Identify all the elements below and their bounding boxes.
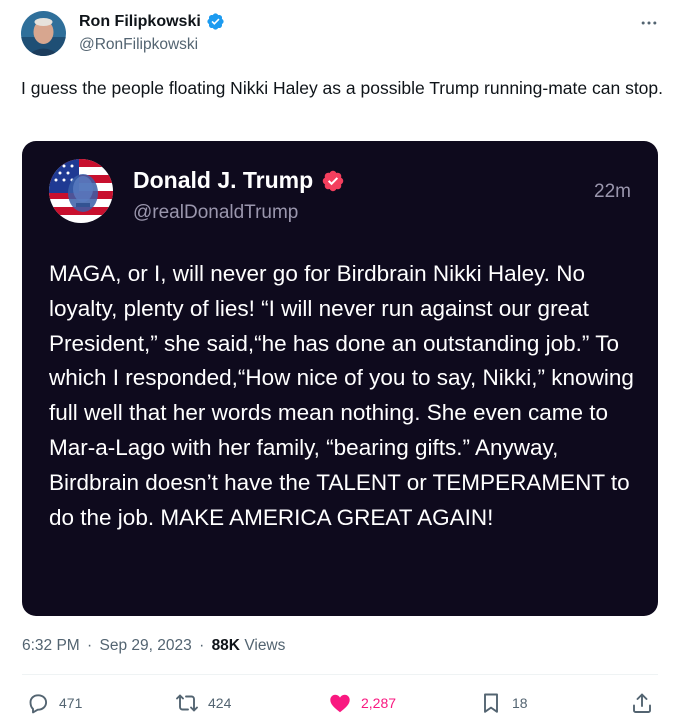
divider: [22, 674, 658, 675]
author-display-name[interactable]: Ron Filipkowski: [79, 13, 201, 31]
bookmark-count: 18: [512, 695, 528, 711]
author-name-row: Ron Filipkowski: [79, 12, 225, 31]
embedded-post-body: MAGA, or I, will never go for Birdbrain …: [49, 261, 634, 530]
repost-arrows-icon: [176, 694, 198, 712]
views-count: 88K: [211, 637, 240, 654]
share-button[interactable]: [630, 685, 654, 721]
verified-badge-icon: [206, 12, 225, 31]
like-button[interactable]: 2,287: [328, 685, 396, 721]
like-count: 2,287: [361, 695, 397, 711]
tweet-meta: 6:32 PM · Sep 29, 2023 · 88K Views: [22, 637, 285, 655]
embedded-post-name-row: Donald J. Trump: [133, 167, 345, 194]
meta-separator: ·: [199, 637, 205, 654]
heart-icon: [330, 694, 350, 713]
embedded-post-card[interactable]: Donald J. Trump @realDonaldTrump 22m MAG…: [22, 141, 658, 616]
author-avatar[interactable]: [21, 11, 66, 56]
embedded-post-avatar: [49, 159, 113, 223]
tweet-date[interactable]: Sep 29, 2023: [100, 637, 192, 654]
more-horizontal-icon[interactable]: [636, 10, 662, 36]
bookmark-icon: [484, 693, 498, 713]
tweet: Ron Filipkowski @RonFilipkowski I guess …: [0, 0, 679, 726]
reply-bubble-icon: [29, 694, 48, 714]
views-label: Views: [244, 637, 286, 654]
reply-button[interactable]: 471: [26, 685, 82, 721]
verified-badge-icon: [321, 169, 345, 193]
embedded-post-display-name: Donald J. Trump: [133, 167, 314, 193]
repost-count: 424: [208, 695, 232, 711]
action-bar: 471 424 2,287 18: [0, 685, 679, 721]
meta-separator: ·: [87, 637, 93, 654]
tweet-time[interactable]: 6:32 PM: [22, 637, 80, 654]
repost-button[interactable]: 424: [175, 685, 231, 721]
reply-count: 471: [59, 695, 83, 711]
embedded-post-time: 22m: [594, 181, 631, 202]
share-upload-icon: [633, 693, 651, 713]
embedded-post-handle: @realDonaldTrump: [133, 202, 299, 223]
author-handle[interactable]: @RonFilipkowski: [79, 36, 198, 54]
bookmark-button[interactable]: 18: [479, 685, 528, 721]
tweet-text: I guess the people floating Nikki Haley …: [21, 78, 664, 98]
